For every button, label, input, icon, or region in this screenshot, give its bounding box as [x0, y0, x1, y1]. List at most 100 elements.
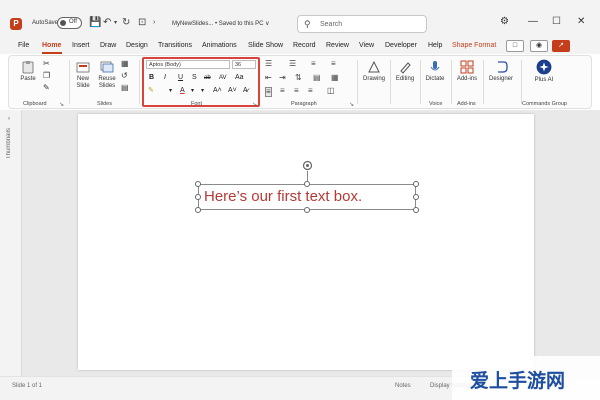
resize-handle-bottom-left[interactable]	[195, 207, 201, 213]
tab-developer[interactable]: Developer	[385, 42, 417, 49]
font-size-dropdown[interactable]: 36	[232, 60, 256, 69]
share-button[interactable]: ↗	[552, 40, 570, 52]
reuse-slides-button[interactable]: Reuse Slides	[96, 60, 118, 90]
editing-icon	[400, 62, 411, 74]
tab-home[interactable]: Home	[42, 42, 61, 49]
bold-button[interactable]: B	[149, 74, 154, 82]
tab-insert[interactable]: Insert	[72, 42, 90, 49]
paragraph-group-label: Paragraph	[291, 101, 317, 107]
clipboard-launcher-icon[interactable]: ↘	[59, 101, 64, 108]
minimize-icon[interactable]: —	[528, 16, 538, 28]
tab-review[interactable]: Review	[326, 42, 349, 49]
decrease-indent-icon[interactable]: ⇤	[265, 74, 272, 82]
increase-indent-icon[interactable]: ⇥	[279, 74, 286, 82]
format-painter-icon[interactable]: ✎	[43, 83, 50, 92]
tab-view[interactable]: View	[359, 42, 374, 49]
paste-icon	[22, 61, 34, 74]
autosave-toggle[interactable]: Off	[57, 17, 82, 29]
decrease-font-size-button[interactable]: A˅	[228, 87, 237, 95]
font-name-dropdown[interactable]: Aptos (Body)	[146, 60, 230, 69]
ribbon: Paste ✂ ❐ ✎ Clipboard ↘ New Slide Reuse …	[8, 55, 592, 109]
resize-handle-top[interactable]	[304, 181, 310, 187]
paste-button[interactable]: Paste	[17, 60, 39, 82]
record-button[interactable]: ◉	[530, 40, 548, 52]
add-ins-group-label: Add-ins	[457, 101, 476, 107]
tab-slide-show[interactable]: Slide Show	[248, 42, 283, 49]
redo-icon[interactable]: ↻	[122, 17, 130, 29]
tab-file[interactable]: File	[18, 42, 29, 49]
font-launcher-icon[interactable]: ↘	[252, 101, 257, 108]
paragraph-launcher-icon[interactable]: ↘	[349, 101, 354, 108]
justify-icon[interactable]: ≡	[308, 87, 313, 95]
align-right-icon[interactable]: ≡	[294, 87, 299, 95]
search-box[interactable]: ⚲ Search	[297, 15, 427, 33]
customize-qat-icon[interactable]: ›	[153, 17, 155, 29]
bullets-icon[interactable]: ☰	[265, 60, 272, 68]
increase-font-size-button[interactable]: A˄	[213, 87, 222, 95]
tab-transitions[interactable]: Transitions	[158, 42, 192, 49]
font-color-icon[interactable]: A	[180, 87, 185, 95]
resize-handle-left[interactable]	[195, 194, 201, 200]
add-ins-button[interactable]: Add-ins	[455, 60, 479, 82]
section-icon[interactable]: ▤	[121, 83, 129, 92]
present-icon[interactable]: ⊡	[138, 17, 146, 29]
comments-button[interactable]: □	[506, 40, 524, 52]
maximize-icon[interactable]: ☐	[552, 16, 561, 28]
indent-icon[interactable]: ≡	[331, 60, 336, 68]
align-left-icon[interactable]: ≡	[265, 87, 272, 97]
dictate-button[interactable]: Dictate	[423, 60, 447, 82]
tab-animations[interactable]: Animations	[202, 42, 237, 49]
tab-design[interactable]: Design	[126, 42, 148, 49]
tab-record[interactable]: Record	[293, 42, 316, 49]
change-case-button[interactable]: Aa	[235, 74, 244, 82]
save-icon[interactable]: 💾	[89, 17, 101, 29]
drawing-button[interactable]: Drawing	[361, 60, 387, 82]
resize-handle-bottom[interactable]	[304, 207, 310, 213]
editing-button[interactable]: Editing	[393, 60, 417, 82]
highlight-icon[interactable]: ✎	[148, 87, 154, 95]
convert-smartart-icon[interactable]: ▦	[331, 74, 339, 82]
plus-ai-button[interactable]: Plus AI	[531, 59, 557, 84]
character-spacing-button[interactable]: AV	[219, 74, 227, 82]
slide-canvas[interactable]	[78, 114, 534, 370]
font-color-dropdown-icon[interactable]: ▾	[191, 87, 194, 95]
font-options-icon[interactable]: ▾	[201, 87, 204, 95]
toggle-knob	[60, 20, 66, 26]
tab-shape-format[interactable]: Shape Format	[452, 42, 496, 49]
reset-icon[interactable]: ↺	[121, 71, 128, 80]
new-slide-button[interactable]: New Slide	[72, 60, 94, 90]
clear-formatting-button[interactable]: A̷	[243, 87, 248, 95]
align-text-icon[interactable]: ▤	[313, 74, 321, 82]
expand-chevron-icon[interactable]: ›	[8, 116, 10, 122]
notes-button[interactable]: Notes	[395, 383, 411, 389]
shadow-button[interactable]: S	[192, 74, 197, 82]
resize-handle-right[interactable]	[413, 194, 419, 200]
cut-icon[interactable]: ✂	[43, 59, 50, 68]
highlight-dropdown-icon[interactable]: ▾	[169, 87, 172, 95]
layout-icon[interactable]: ▦	[121, 59, 129, 68]
text-box-content[interactable]: Here’s our first text box.	[204, 187, 362, 207]
resize-handle-top-right[interactable]	[413, 181, 419, 187]
thumbnails-pane[interactable]: › Thumbnails	[0, 110, 22, 376]
italic-button[interactable]: I	[164, 74, 166, 82]
strikethrough-button[interactable]: ab	[204, 74, 211, 82]
rotate-handle-icon[interactable]	[302, 160, 313, 171]
close-icon[interactable]: ✕	[577, 16, 585, 28]
group-separator	[521, 60, 522, 104]
file-name[interactable]: MyNewSlides... • Saved to this PC ∨	[172, 20, 270, 27]
designer-button[interactable]: Designer	[487, 60, 515, 82]
copy-icon[interactable]: ❐	[43, 71, 50, 80]
columns-icon[interactable]: ◫	[327, 87, 335, 95]
resize-handle-bottom-right[interactable]	[413, 207, 419, 213]
text-direction-icon[interactable]: ⇅	[295, 74, 302, 82]
tab-draw[interactable]: Draw	[100, 42, 116, 49]
settings-icon[interactable]: ⚙	[500, 16, 509, 28]
underline-button[interactable]: U	[178, 74, 183, 82]
undo-dropdown-icon[interactable]: ▾	[114, 17, 117, 29]
numbering-icon[interactable]: ☰	[289, 60, 296, 68]
line-spacing-icon[interactable]: ≡	[311, 60, 316, 68]
tab-help[interactable]: Help	[428, 42, 442, 49]
align-center-icon[interactable]: ≡	[280, 87, 285, 95]
undo-icon[interactable]: ↶	[103, 17, 111, 29]
resize-handle-top-left[interactable]	[195, 181, 201, 187]
